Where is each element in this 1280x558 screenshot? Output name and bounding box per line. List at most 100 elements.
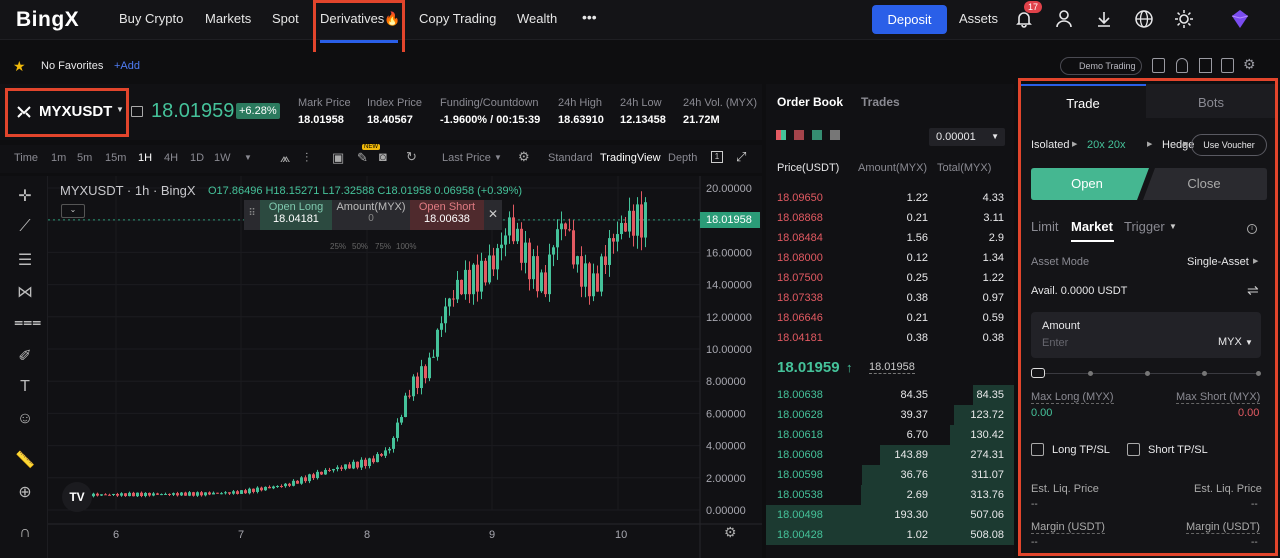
bingx-logo[interactable]: BingX <box>16 8 79 32</box>
tf-1h-active[interactable]: 1H <box>138 152 152 164</box>
tf-1d[interactable]: 1D <box>190 152 204 164</box>
nav-spot[interactable]: Spot <box>272 11 299 26</box>
nav-assets[interactable]: Assets <box>959 11 998 26</box>
symbol-info-book-icon[interactable] <box>131 106 143 117</box>
quick-open-long-button[interactable]: Open Long 18.04181 <box>260 200 332 230</box>
add-favorite-link[interactable]: +Add <box>114 60 140 72</box>
vip-gem-icon[interactable] <box>1228 7 1252 31</box>
tf-1m[interactable]: 1m <box>51 152 66 164</box>
price-chart[interactable]: ✛ ⟋ ☰ ⋈ ⩶ ✐ T ☺ 📏 ⊕ ∩ 20.0000018.0000016… <box>0 176 762 558</box>
view-standard[interactable]: Standard <box>548 152 593 164</box>
bid-total: 130.42 <box>970 429 1004 441</box>
candlestick-chart-svg[interactable]: 20.0000018.0000016.0000014.0000012.00000… <box>48 176 762 558</box>
book-view-compact-icon[interactable] <box>830 130 840 140</box>
quick-order-drag-handle-icon[interactable]: ⠿ <box>244 200 260 230</box>
deposit-button[interactable]: Deposit <box>872 5 947 34</box>
user-icon[interactable] <box>1054 9 1074 29</box>
bid-row[interactable]: 18.00498 193.30 507.06 <box>766 505 1014 525</box>
view-depth[interactable]: Depth <box>668 152 697 164</box>
demo-trading-button[interactable]: Demo Trading <box>1060 57 1142 75</box>
book-view-both-icon[interactable] <box>776 130 786 140</box>
layout-icon[interactable] <box>1199 58 1212 73</box>
ask-row[interactable]: 18.09650 1.22 4.33 <box>766 188 1014 208</box>
star-icon[interactable]: ★ <box>13 58 26 75</box>
calculator-icon[interactable] <box>1176 58 1188 73</box>
fib-lines-icon[interactable]: ☰ <box>14 250 36 272</box>
stat-label: Funding/Countdown <box>440 97 539 109</box>
ask-row[interactable]: 18.07500 0.25 1.22 <box>766 268 1014 288</box>
book-view-asks-icon[interactable] <box>794 130 804 140</box>
ask-row[interactable]: 18.04181 0.38 0.38 <box>766 328 1014 348</box>
download-icon[interactable] <box>1094 9 1114 29</box>
zoom-in-icon[interactable]: ⊕ <box>14 482 36 504</box>
measure-ruler-icon[interactable]: 📏 <box>14 450 36 472</box>
nav-copy-trading[interactable]: Copy Trading <box>419 11 496 26</box>
tab-order-book[interactable]: Order Book <box>777 95 843 109</box>
prediction-icon[interactable]: ⩶ <box>14 314 41 336</box>
bid-row[interactable]: 18.00598 36.76 311.07 <box>766 465 1014 485</box>
mid-mark-price[interactable]: 18.01958 <box>869 361 915 374</box>
pct-75[interactable]: 75% <box>375 242 391 251</box>
precision-select[interactable]: 0.00001 ▼ <box>929 128 1005 146</box>
trendline-icon[interactable]: ⟋ <box>14 218 36 240</box>
quick-order-close-icon[interactable]: ✕ <box>484 200 502 230</box>
tf-more-chevron-icon[interactable]: ▼ <box>244 153 252 162</box>
quick-open-short-button[interactable]: Open Short 18.00638 <box>410 200 484 230</box>
candle-type-icon[interactable]: ⫶ <box>305 150 308 166</box>
tf-15m[interactable]: 15m <box>105 152 126 164</box>
tf-1w[interactable]: 1W <box>214 152 231 164</box>
ask-row[interactable]: 18.06646 0.21 0.59 <box>766 308 1014 328</box>
tab-trades[interactable]: Trades <box>861 95 900 109</box>
ask-row[interactable]: 18.08000 0.12 1.34 <box>766 248 1014 268</box>
magnet-icon[interactable]: ∩ <box>14 524 36 546</box>
chart-settings-icon[interactable]: ⚙ <box>518 149 530 165</box>
indicators-icon[interactable]: ⩕ <box>280 150 290 166</box>
text-tool-icon[interactable]: T <box>14 378 36 400</box>
pct-25[interactable]: 25% <box>330 242 346 251</box>
candle-down <box>132 492 135 497</box>
legend-collapse-chevron-icon[interactable]: ⌄ <box>61 204 85 218</box>
pct-100[interactable]: 100% <box>396 242 416 251</box>
pct-50[interactable]: 50% <box>352 242 368 251</box>
view-tradingview[interactable]: TradingView <box>600 152 661 164</box>
nav-buy-crypto[interactable]: Buy Crypto <box>119 11 183 26</box>
drawing-pen-icon[interactable]: ✎ <box>357 150 368 166</box>
tradingview-logo[interactable]: TV <box>62 482 92 512</box>
last-price-select[interactable]: Last Price <box>442 152 491 164</box>
pattern-icon[interactable]: ⋈ <box>14 282 36 304</box>
tf-time[interactable]: Time <box>14 152 38 164</box>
chart-axis-settings-icon[interactable]: ⚙ <box>724 524 737 541</box>
more-menu-icon[interactable]: ••• <box>582 9 597 25</box>
book-view-bids-icon[interactable] <box>812 130 822 140</box>
quick-amount-input[interactable]: Amount(MYX) 0 <box>332 200 410 230</box>
guide-book-icon[interactable] <box>1221 58 1234 73</box>
emoji-icon[interactable]: ☺ <box>14 410 36 432</box>
candle-up <box>308 474 311 482</box>
globe-icon[interactable] <box>1134 9 1154 29</box>
ask-row[interactable]: 18.07338 0.38 0.97 <box>766 288 1014 308</box>
orders-icon[interactable] <box>1152 58 1165 73</box>
reset-refresh-icon[interactable]: ↻ <box>406 149 417 165</box>
bid-row[interactable]: 18.00608 143.89 274.31 <box>766 445 1014 465</box>
bid-row[interactable]: 18.00628 39.37 123.72 <box>766 405 1014 425</box>
bid-row[interactable]: 18.00538 2.69 313.76 <box>766 485 1014 505</box>
settings-gear-icon[interactable]: ⚙ <box>1243 56 1256 73</box>
fullscreen-icon[interactable]: ⤢ <box>736 149 746 165</box>
ask-row[interactable]: 18.08484 1.56 2.9 <box>766 228 1014 248</box>
tf-4h[interactable]: 4H <box>164 152 178 164</box>
candle-up <box>220 493 223 495</box>
nav-wealth[interactable]: Wealth <box>517 11 557 26</box>
ask-row[interactable]: 18.08868 0.21 3.11 <box>766 208 1014 228</box>
brush-icon[interactable]: ✐ <box>14 346 36 368</box>
nav-markets[interactable]: Markets <box>205 11 251 26</box>
bid-row[interactable]: 18.00618 6.70 130.42 <box>766 425 1014 445</box>
bid-row[interactable]: 18.00428 1.02 508.08 <box>766 525 1014 545</box>
chart-panel-icon[interactable]: 1 <box>711 151 723 163</box>
screenshot-camera-icon[interactable]: ◙ <box>379 149 387 164</box>
crosshair-icon[interactable]: ✛ <box>14 186 36 208</box>
tf-5m[interactable]: 5m <box>77 152 92 164</box>
bid-row[interactable]: 18.00638 84.35 84.35 <box>766 385 1014 405</box>
last-price-chevron-icon[interactable]: ▼ <box>494 153 502 162</box>
template-icon[interactable]: ▣ <box>332 150 344 166</box>
theme-sun-icon[interactable] <box>1174 9 1194 29</box>
